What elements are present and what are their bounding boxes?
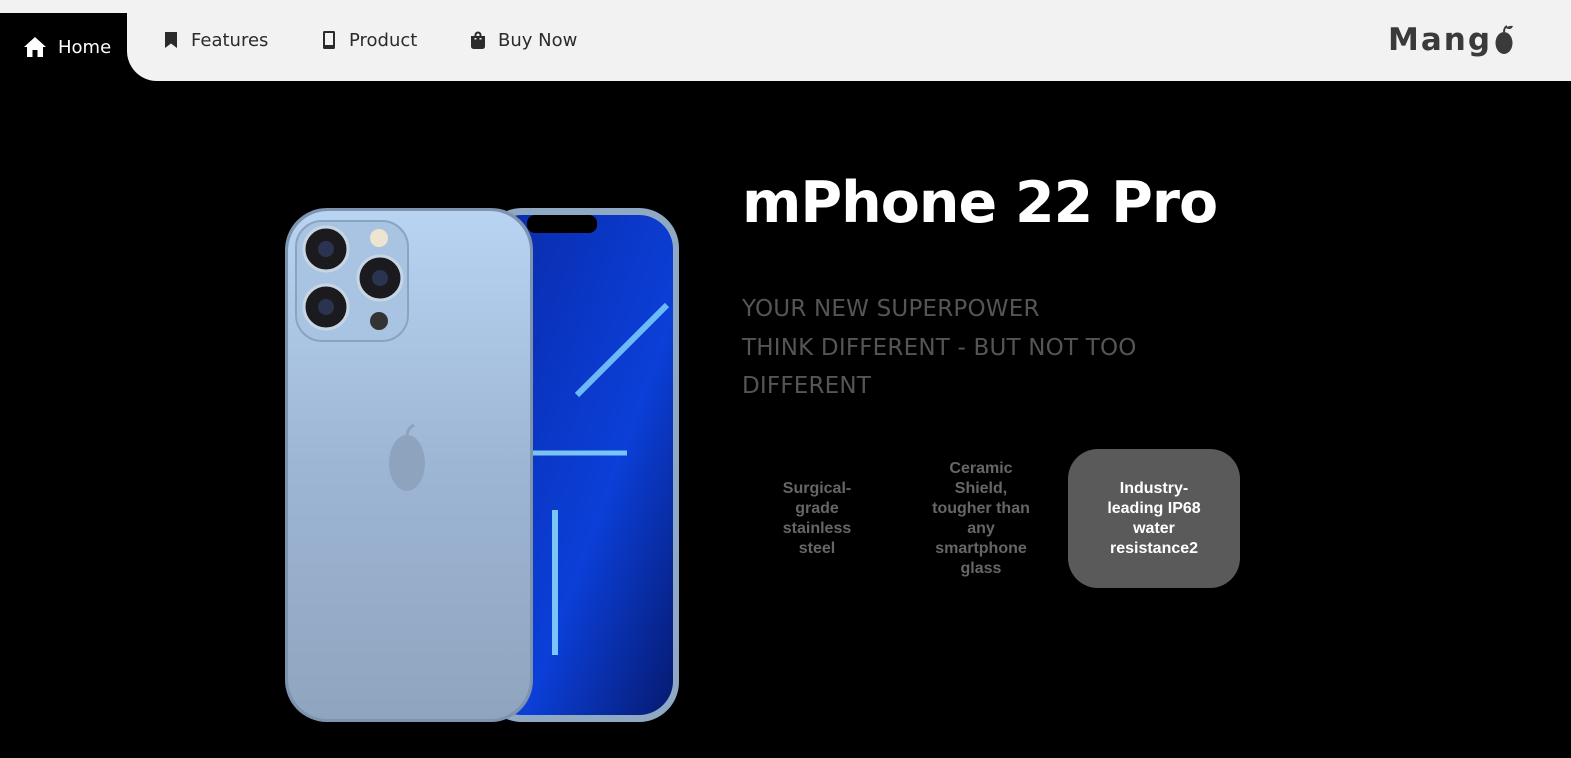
feature-card-text: Ceramic Shield, tougher than any smartph…	[932, 459, 1030, 577]
nav-item-label: Features	[191, 29, 269, 51]
nav-item-label: Buy Now	[498, 29, 578, 51]
nav-strip	[0, 0, 140, 13]
nav-item-features[interactable]: Features	[162, 13, 268, 67]
hero-tagline-line-2: THINK DIFFERENT - BUT NOT TOO	[742, 335, 1137, 361]
nav-item-label: Product	[349, 29, 418, 51]
feature-card-steel[interactable]: Surgical-grade stainless steel	[731, 449, 903, 588]
mphone-product-image	[285, 208, 679, 722]
nav-item-buy-now[interactable]: Buy Now	[469, 13, 577, 67]
mango-fruit-icon	[1495, 25, 1514, 54]
feature-card-ceramic-shield[interactable]: Ceramic Shield, tougher than any smartph…	[895, 449, 1067, 588]
nav-item-product[interactable]: Product	[320, 13, 417, 67]
shopping-bag-icon	[471, 31, 485, 49]
logo-text: Mang	[1388, 22, 1493, 58]
top-navbar: Home Features Product Buy Now Mang	[0, 0, 1571, 81]
hero-tagline-line-3: DIFFERENT	[742, 373, 872, 399]
hero-tagline-line-1: YOUR NEW SUPERPOWER	[742, 296, 1040, 322]
mobile-phone-icon	[323, 31, 335, 49]
brand-logo[interactable]: Mang	[1388, 20, 1515, 60]
feature-card-text: Surgical-grade stainless steel	[782, 479, 852, 557]
feature-card-water-resistance[interactable]: Industry-leading IP68 water resistance2	[1068, 449, 1240, 588]
nav-item-home[interactable]: Home	[0, 13, 127, 81]
nav-item-label: Home	[58, 36, 112, 58]
hero-title: mPhone 22 Pro	[742, 170, 1218, 236]
home-icon	[24, 37, 46, 57]
feature-card-text: Industry-leading IP68 water resistance2	[1107, 479, 1201, 557]
bookmark-icon	[165, 32, 177, 48]
